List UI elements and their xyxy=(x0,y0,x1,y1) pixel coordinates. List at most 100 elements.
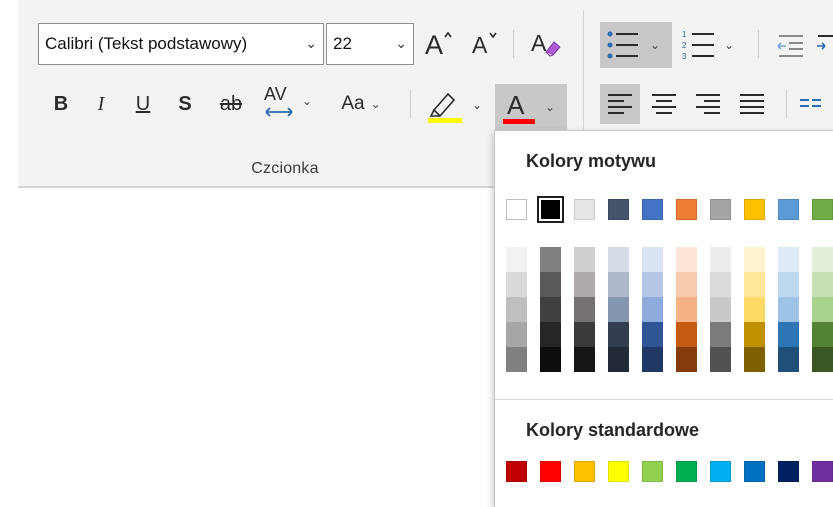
theme-shade-swatch[interactable] xyxy=(812,247,833,272)
theme-color-swatch[interactable] xyxy=(812,199,833,220)
theme-shade-swatch[interactable] xyxy=(506,247,527,272)
chevron-down-icon[interactable]: ⌄ xyxy=(371,97,381,111)
standard-color-swatch[interactable] xyxy=(574,461,595,482)
chevron-down-icon[interactable]: ⌄ xyxy=(472,98,482,112)
chevron-down-icon[interactable]: ⌄ xyxy=(724,38,734,52)
theme-shade-swatch[interactable] xyxy=(710,297,731,322)
justify-button[interactable] xyxy=(732,84,772,124)
change-case-button[interactable]: Aa ⌄ xyxy=(330,86,392,122)
text-shadow-button[interactable]: S xyxy=(170,86,200,122)
theme-shade-swatch[interactable] xyxy=(778,322,799,347)
columns-button[interactable] xyxy=(798,84,833,124)
theme-shade-swatch[interactable] xyxy=(608,297,629,322)
theme-shade-swatch[interactable] xyxy=(744,247,765,272)
align-right-button[interactable] xyxy=(688,84,728,124)
theme-shade-swatch[interactable] xyxy=(608,322,629,347)
bold-button[interactable]: B xyxy=(46,86,76,122)
theme-shade-swatch[interactable] xyxy=(574,297,595,322)
theme-shade-swatch[interactable] xyxy=(744,272,765,297)
chevron-down-icon[interactable]: ⌄ xyxy=(545,100,555,114)
theme-shade-swatch[interactable] xyxy=(812,322,833,347)
shrink-font-button[interactable]: A xyxy=(466,22,506,64)
theme-shade-swatch[interactable] xyxy=(642,322,663,347)
theme-shade-swatch[interactable] xyxy=(642,297,663,322)
theme-shade-swatch[interactable] xyxy=(744,347,765,372)
theme-shade-swatch[interactable] xyxy=(540,322,561,347)
theme-shade-swatch[interactable] xyxy=(778,272,799,297)
align-left-button[interactable] xyxy=(600,84,640,124)
bullets-button[interactable]: ⌄ xyxy=(600,22,672,68)
standard-color-swatch[interactable] xyxy=(812,461,833,482)
chevron-down-icon[interactable]: ⌄ xyxy=(395,35,407,52)
theme-shade-swatch[interactable] xyxy=(812,347,833,372)
theme-color-swatch[interactable] xyxy=(744,199,765,220)
theme-shade-swatch[interactable] xyxy=(642,247,663,272)
theme-shade-swatch[interactable] xyxy=(710,247,731,272)
italic-button[interactable]: I xyxy=(86,86,116,122)
theme-color-swatch[interactable] xyxy=(608,199,629,220)
standard-color-swatch[interactable] xyxy=(676,461,697,482)
theme-color-swatch[interactable] xyxy=(676,199,697,220)
theme-shade-swatch[interactable] xyxy=(506,322,527,347)
theme-shade-swatch[interactable] xyxy=(506,272,527,297)
highlight-color-button[interactable]: ⌄ xyxy=(422,84,488,126)
standard-color-swatch[interactable] xyxy=(744,461,765,482)
theme-shade-swatch[interactable] xyxy=(778,347,799,372)
increase-indent-button[interactable] xyxy=(814,22,833,68)
grow-font-button[interactable]: A xyxy=(420,22,460,64)
chevron-down-icon[interactable]: ⌄ xyxy=(650,38,660,52)
theme-shade-swatch[interactable] xyxy=(540,297,561,322)
character-spacing-button[interactable]: AV ⌄ xyxy=(258,82,320,124)
theme-shade-swatch[interactable] xyxy=(608,272,629,297)
theme-shade-swatch[interactable] xyxy=(676,347,697,372)
theme-shade-swatch[interactable] xyxy=(506,347,527,372)
theme-shade-swatch[interactable] xyxy=(778,247,799,272)
theme-shade-swatch[interactable] xyxy=(574,347,595,372)
theme-shade-swatch[interactable] xyxy=(710,347,731,372)
theme-shade-swatch[interactable] xyxy=(540,247,561,272)
theme-shade-swatch[interactable] xyxy=(676,247,697,272)
chevron-down-icon[interactable]: ⌄ xyxy=(302,94,312,108)
standard-color-swatch[interactable] xyxy=(642,461,663,482)
theme-color-swatch[interactable] xyxy=(537,196,564,223)
theme-shade-swatch[interactable] xyxy=(812,272,833,297)
theme-shade-swatch[interactable] xyxy=(744,322,765,347)
theme-shade-swatch[interactable] xyxy=(540,347,561,372)
theme-shade-swatch[interactable] xyxy=(608,247,629,272)
theme-color-swatch[interactable] xyxy=(574,199,595,220)
standard-color-swatch[interactable] xyxy=(608,461,629,482)
clear-formatting-button[interactable]: A xyxy=(522,22,568,64)
align-center-button[interactable] xyxy=(644,84,684,124)
decrease-indent-button[interactable] xyxy=(770,22,810,68)
theme-shade-swatch[interactable] xyxy=(710,322,731,347)
font-name-combobox[interactable]: Calibri (Tekst podstawowy) ⌄ xyxy=(38,23,324,65)
standard-color-swatch[interactable] xyxy=(506,461,527,482)
underline-button[interactable]: U xyxy=(128,86,158,122)
theme-shade-swatch[interactable] xyxy=(574,272,595,297)
theme-shade-swatch[interactable] xyxy=(778,297,799,322)
theme-shade-swatch[interactable] xyxy=(540,272,561,297)
theme-shade-swatch[interactable] xyxy=(574,247,595,272)
font-color-button[interactable]: A ⌄ xyxy=(495,84,567,130)
theme-color-swatch[interactable] xyxy=(506,199,527,220)
theme-shade-swatch[interactable] xyxy=(676,297,697,322)
theme-shade-swatch[interactable] xyxy=(744,297,765,322)
theme-shade-swatch[interactable] xyxy=(676,272,697,297)
standard-color-swatch[interactable] xyxy=(778,461,799,482)
theme-shade-swatch[interactable] xyxy=(608,347,629,372)
theme-shade-swatch[interactable] xyxy=(574,322,595,347)
theme-color-swatch[interactable] xyxy=(642,199,663,220)
theme-shade-swatch[interactable] xyxy=(506,297,527,322)
theme-shade-swatch[interactable] xyxy=(642,347,663,372)
theme-shade-swatch[interactable] xyxy=(812,297,833,322)
theme-color-swatch[interactable] xyxy=(778,199,799,220)
theme-shade-swatch[interactable] xyxy=(642,272,663,297)
theme-shade-swatch[interactable] xyxy=(676,322,697,347)
chevron-down-icon[interactable]: ⌄ xyxy=(305,35,317,52)
font-size-combobox[interactable]: 22 ⌄ xyxy=(326,23,414,65)
theme-shade-swatch[interactable] xyxy=(710,272,731,297)
theme-color-swatch[interactable] xyxy=(710,199,731,220)
standard-color-swatch[interactable] xyxy=(710,461,731,482)
standard-color-swatch[interactable] xyxy=(540,461,561,482)
strikethrough-button[interactable]: ab xyxy=(214,86,248,122)
